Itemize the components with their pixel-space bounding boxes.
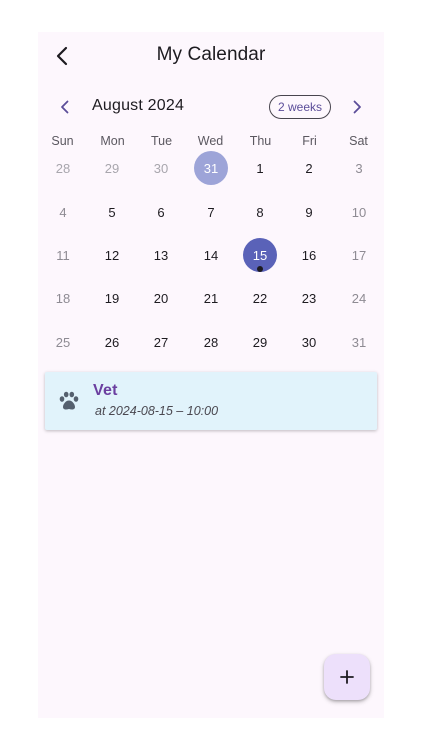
day-cell[interactable]: 4	[46, 195, 80, 229]
month-label: August 2024	[92, 97, 185, 114]
day-cell[interactable]: 2	[292, 151, 326, 185]
day-cell[interactable]: 26	[95, 325, 129, 359]
day-cell[interactable]: 28	[194, 325, 228, 359]
day-cell[interactable]: 23	[292, 281, 326, 315]
day-cell[interactable]: 7	[194, 195, 228, 229]
weekday-label: Wed	[197, 134, 224, 148]
day-cell[interactable]: 20	[144, 281, 178, 315]
day-cell[interactable]: 29	[95, 151, 129, 185]
page-title: My Calendar	[156, 44, 266, 65]
day-cell[interactable]: 10	[342, 195, 376, 229]
weekday-label: Tue	[150, 134, 173, 148]
calendar-screen: My Calendar August 2024 2 weeks Sun Mon …	[38, 32, 384, 718]
day-cell[interactable]: 17	[342, 238, 376, 272]
paw-icon	[59, 391, 79, 410]
day-cell[interactable]: 19	[95, 281, 129, 315]
next-month-button[interactable]	[346, 96, 368, 118]
day-cell[interactable]: 5	[95, 195, 129, 229]
day-cell[interactable]: 12	[95, 238, 129, 272]
weekday-label: Thu	[249, 134, 272, 148]
weekday-header: Sun Mon Tue Wed Thu Fri Sat	[38, 134, 384, 152]
day-cell[interactable]: 16	[292, 238, 326, 272]
day-cell[interactable]: 31	[342, 325, 376, 359]
day-cell[interactable]: 28	[46, 151, 80, 185]
format-toggle-button[interactable]: 2 weeks	[269, 95, 331, 119]
day-cell[interactable]: 22	[243, 281, 277, 315]
day-cell[interactable]: 21	[194, 281, 228, 315]
event-list-item[interactable]: Vet at 2024-08-15 – 10:00	[45, 372, 377, 430]
weekday-label: Fri	[302, 134, 317, 148]
add-event-button[interactable]	[324, 654, 370, 700]
day-cell[interactable]: 13	[144, 238, 178, 272]
day-cell[interactable]: 3	[342, 151, 376, 185]
day-cell[interactable]: 25	[46, 325, 80, 359]
day-cell[interactable]: 6	[144, 195, 178, 229]
previous-month-button[interactable]	[54, 96, 76, 118]
weekday-label: Mon	[100, 134, 125, 148]
day-cell-today[interactable]: 31	[194, 151, 228, 185]
day-cell[interactable]: 27	[144, 325, 178, 359]
weekday-label: Sat	[349, 134, 368, 148]
day-cell[interactable]: 30	[292, 325, 326, 359]
day-cell[interactable]: 24	[342, 281, 376, 315]
chevron-right-icon	[353, 100, 361, 114]
event-marker-dot	[257, 266, 263, 272]
event-datetime: at 2024-08-15 – 10:00	[95, 404, 219, 418]
day-cell[interactable]: 18	[46, 281, 80, 315]
day-cell[interactable]: 9	[292, 195, 326, 229]
day-cell[interactable]: 8	[243, 195, 277, 229]
day-cell[interactable]: 11	[46, 238, 80, 272]
calendar-header: August 2024 2 weeks	[38, 92, 384, 122]
chevron-left-icon	[61, 100, 69, 114]
plus-icon	[340, 670, 354, 684]
event-title: Vet	[93, 382, 118, 399]
day-cell[interactable]: 14	[194, 238, 228, 272]
weekday-label: Sun	[51, 134, 74, 148]
day-cell[interactable]: 30	[144, 151, 178, 185]
day-cell[interactable]: 1	[243, 151, 277, 185]
day-cell[interactable]: 29	[243, 325, 277, 359]
app-bar: My Calendar	[38, 32, 384, 80]
